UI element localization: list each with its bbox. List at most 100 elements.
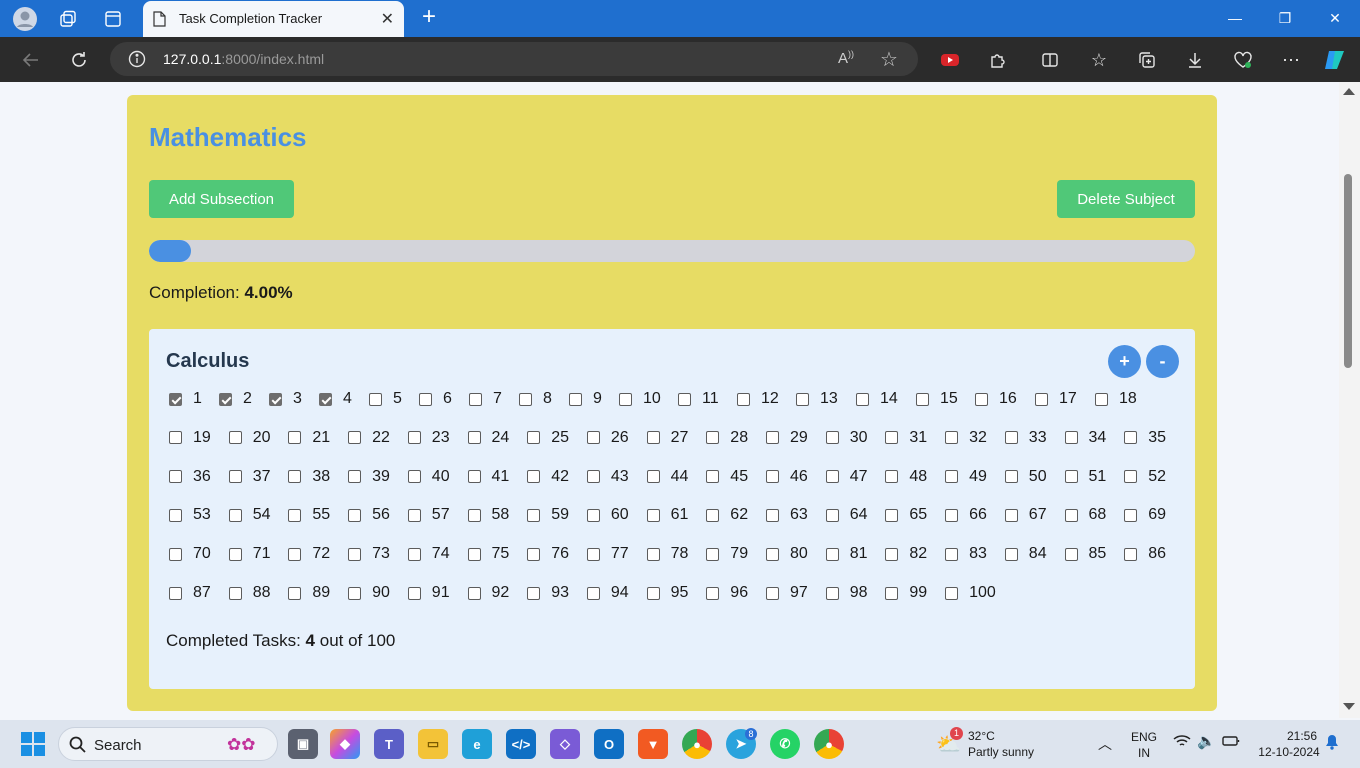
task-checkbox[interactable] (1124, 547, 1138, 561)
task-checkbox[interactable] (1064, 547, 1078, 561)
task-checkbox[interactable] (1095, 392, 1108, 406)
task-item[interactable]: 96 (706, 583, 748, 603)
volume-icon[interactable]: 🔈 (1197, 732, 1216, 750)
task-item[interactable]: 81 (825, 544, 867, 564)
edge-icon[interactable]: e (462, 729, 492, 759)
task-item[interactable]: 74 (407, 544, 450, 564)
task-checkbox[interactable] (288, 470, 302, 484)
task-checkbox[interactable] (825, 547, 839, 561)
brave-icon[interactable]: ▼ (638, 729, 668, 759)
weather-temp[interactable]: 32°C (968, 729, 995, 743)
task-item[interactable]: 85 (1064, 544, 1106, 564)
task-item[interactable]: 46 (766, 467, 808, 487)
tab-actions-icon[interactable] (100, 6, 126, 32)
task-item[interactable]: 7 (469, 389, 502, 409)
clock-time[interactable]: 21:56 (1280, 729, 1324, 743)
taskbar-search[interactable]: Search ✿✿ (58, 727, 278, 761)
task-item[interactable]: 61 (646, 505, 688, 525)
task-checkbox[interactable] (1064, 508, 1078, 522)
add-subsection-button[interactable]: Add Subsection (149, 180, 294, 218)
teams-icon[interactable]: T (374, 729, 404, 759)
task-checkbox[interactable] (169, 586, 182, 600)
task-checkbox[interactable] (288, 431, 302, 445)
task-checkbox[interactable] (975, 392, 988, 406)
task-item[interactable]: 33 (1004, 428, 1047, 448)
task-item[interactable]: 93 (527, 583, 569, 603)
remove-task-button[interactable]: - (1146, 345, 1179, 378)
task-item[interactable]: 23 (407, 428, 450, 448)
task-checkbox[interactable] (706, 508, 720, 522)
task-checkbox[interactable] (586, 508, 600, 522)
task-item[interactable]: 76 (527, 544, 569, 564)
task-item[interactable]: 38 (288, 467, 330, 487)
task-item[interactable]: 55 (288, 505, 330, 525)
task-checkbox[interactable] (169, 508, 182, 522)
chrome-icon[interactable]: ● (682, 729, 712, 759)
task-item[interactable]: 91 (407, 583, 450, 603)
split-screen-icon[interactable] (1037, 47, 1063, 73)
task-item[interactable]: 21 (288, 428, 330, 448)
weather-desc[interactable]: Partly sunny (968, 745, 1034, 759)
task-checkbox[interactable] (586, 547, 600, 561)
clock-date[interactable]: 12-10-2024 (1254, 745, 1324, 759)
language-code[interactable]: ENG (1130, 730, 1158, 744)
task-checkbox[interactable] (1035, 392, 1048, 406)
task-checkbox[interactable] (885, 547, 899, 561)
task-item[interactable]: 56 (348, 505, 390, 525)
task-item[interactable]: 64 (825, 505, 867, 525)
show-hidden-icons-icon[interactable]: ︿ (1098, 734, 1112, 754)
minimize-button[interactable]: — (1220, 6, 1250, 30)
task-checkbox[interactable] (407, 508, 421, 522)
task-checkbox[interactable] (646, 586, 660, 600)
task-checkbox[interactable] (825, 470, 839, 484)
task-checkbox[interactable] (586, 431, 600, 445)
task-checkbox[interactable] (288, 508, 302, 522)
task-item[interactable]: 65 (885, 505, 927, 525)
visual-studio-icon[interactable]: ◇ (550, 729, 580, 759)
task-item[interactable]: 26 (586, 428, 629, 448)
battery-icon[interactable] (1222, 734, 1240, 753)
task-checkbox[interactable] (228, 586, 242, 600)
task-checkbox[interactable] (369, 392, 382, 406)
restore-button[interactable]: ❐ (1270, 6, 1300, 30)
task-checkbox[interactable] (706, 547, 720, 561)
task-item[interactable]: 82 (885, 544, 927, 564)
favorites-icon[interactable]: ☆ (1086, 47, 1112, 73)
task-checkbox[interactable] (1124, 431, 1138, 445)
browser-essentials-icon[interactable] (1230, 47, 1256, 73)
add-task-button[interactable]: + (1108, 345, 1141, 378)
copilot-app-icon[interactable]: ◆ (330, 729, 360, 759)
task-item[interactable]: 15 (916, 389, 958, 409)
task-checkbox[interactable] (219, 392, 232, 406)
task-checkbox[interactable] (1004, 508, 1018, 522)
task-checkbox[interactable] (737, 392, 750, 406)
task-checkbox[interactable] (885, 586, 899, 600)
task-item[interactable]: 92 (467, 583, 509, 603)
task-checkbox[interactable] (527, 586, 541, 600)
task-item[interactable]: 17 (1035, 389, 1077, 409)
copilot-icon[interactable] (1322, 47, 1348, 73)
task-item[interactable]: 60 (586, 505, 629, 525)
chrome-profile-icon[interactable]: ● (814, 729, 844, 759)
task-checkbox[interactable] (569, 392, 582, 406)
task-checkbox[interactable] (228, 508, 242, 522)
task-checkbox[interactable] (945, 508, 959, 522)
task-item[interactable]: 70 (169, 544, 211, 564)
task-checkbox[interactable] (1064, 431, 1078, 445)
favorite-star-icon[interactable]: ☆ (880, 47, 898, 72)
task-item[interactable]: 77 (586, 544, 629, 564)
delete-subject-button[interactable]: Delete Subject (1057, 180, 1195, 218)
task-item[interactable]: 53 (169, 505, 211, 525)
task-checkbox[interactable] (1004, 470, 1018, 484)
task-checkbox[interactable] (766, 586, 779, 600)
profile-icon[interactable] (12, 6, 38, 32)
task-item[interactable]: 88 (228, 583, 270, 603)
task-checkbox[interactable] (407, 431, 421, 445)
task-checkbox[interactable] (945, 470, 959, 484)
task-item[interactable]: 49 (945, 467, 987, 487)
task-item[interactable]: 62 (706, 505, 748, 525)
task-item[interactable]: 68 (1064, 505, 1106, 525)
task-item[interactable]: 20 (228, 428, 270, 448)
task-checkbox[interactable] (646, 470, 660, 484)
task-item[interactable]: 12 (737, 389, 779, 409)
